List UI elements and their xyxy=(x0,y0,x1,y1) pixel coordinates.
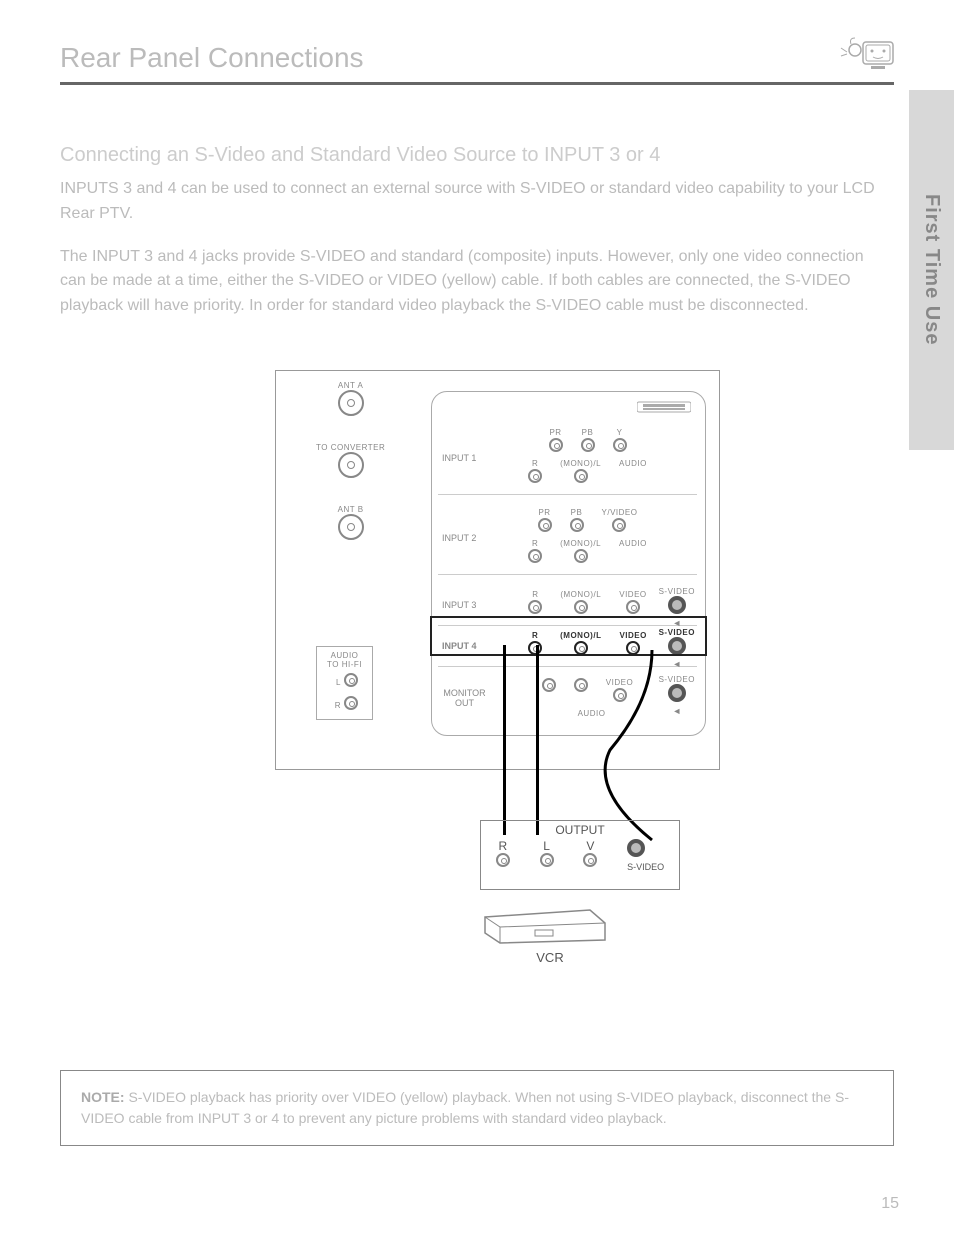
note-lead: NOTE: xyxy=(81,1089,125,1105)
in1-audio-lbl: AUDIO xyxy=(619,459,647,468)
in2-pb-jack xyxy=(570,518,584,532)
in3-video-jack xyxy=(626,600,640,614)
sidebar-tab: First Time Use xyxy=(909,90,954,450)
vcr-output-panel: OUTPUT R L V S-VIDEO xyxy=(480,820,680,890)
hdmi-icon xyxy=(637,400,691,419)
input-row-3: INPUT 3 R (MONO)/L VIDEO S-VIDEO xyxy=(438,584,697,626)
hifi-stack: AUDIO TO HI-FI L R xyxy=(316,646,373,720)
hifi-r-label: R xyxy=(330,701,340,710)
mon-sv-jack xyxy=(668,684,686,702)
mon-r-jack xyxy=(542,678,556,692)
in4-sv-lbl: S-VIDEO xyxy=(659,628,695,637)
in1-r-jack xyxy=(528,469,542,483)
body-text: Connecting an S-Video and Standard Video… xyxy=(60,140,879,337)
vcr-l-jack xyxy=(540,853,554,867)
in1-y-lbl: Y xyxy=(613,428,627,437)
vcr-label: VCR xyxy=(510,950,590,965)
vcr-r-lbl: R xyxy=(496,839,510,853)
page-number: 15 xyxy=(881,1195,899,1213)
in2-pr-lbl: PR xyxy=(538,508,552,517)
in3-sv-lbl: S-VIDEO xyxy=(659,587,695,596)
in1-mono-lbl: (MONO)/L xyxy=(560,459,601,468)
in1-pr-jack xyxy=(549,438,563,452)
input3-name: INPUT 3 xyxy=(442,600,476,610)
in1-pr-lbl: PR xyxy=(549,428,563,437)
cable-audio-r xyxy=(503,645,506,835)
in2-yv-lbl: Y/VIDEO xyxy=(602,508,638,517)
in2-pr-jack xyxy=(538,518,552,532)
in1-mono-jack xyxy=(574,469,588,483)
hifi-l-label: L xyxy=(330,678,340,687)
in3-sv-jack xyxy=(668,596,686,614)
in1-pb-lbl: PB xyxy=(581,428,595,437)
in2-mono-jack xyxy=(574,549,588,563)
hifi-r-jack xyxy=(344,696,358,710)
in2-r-jack xyxy=(528,549,542,563)
vcr-r-jack xyxy=(496,853,510,867)
converter-jack xyxy=(338,452,364,478)
input2-name: INPUT 2 xyxy=(442,533,476,543)
in2-audio-lbl: AUDIO xyxy=(619,539,647,548)
vcr-l-lbl: L xyxy=(540,839,554,853)
ant-a-label: ANT A xyxy=(316,381,385,390)
in3-r-lbl: R xyxy=(528,590,542,599)
vcr-panel-title: OUTPUT xyxy=(481,823,679,837)
ant-a-jack xyxy=(338,390,364,416)
in3-video-lbl: VIDEO xyxy=(619,590,646,599)
hifi-audio-label: AUDIO xyxy=(327,651,362,660)
vcr-v-lbl: V xyxy=(583,839,597,853)
vcr-sv-lbl: S-VIDEO xyxy=(627,862,664,872)
in1-y-jack xyxy=(613,438,627,452)
in2-pb-lbl: PB xyxy=(570,508,584,517)
antenna-stack: ANT A TO CONVERTER ANT B xyxy=(316,381,385,553)
input1-name: INPUT 1 xyxy=(442,453,476,463)
intro-p1: INPUTS 3 and 4 can be used to connect an… xyxy=(60,177,879,227)
to-converter-label: TO CONVERTER xyxy=(316,443,385,452)
in1-r-lbl: R xyxy=(528,459,542,468)
note-body: S-VIDEO playback has priority over VIDEO… xyxy=(81,1089,849,1126)
in1-pb-jack xyxy=(581,438,595,452)
hifi-to-label: TO HI-FI xyxy=(327,660,362,669)
header-rule xyxy=(60,82,894,85)
in2-mono-lbl: (MONO)/L xyxy=(560,539,601,548)
in2-yv-jack xyxy=(612,518,626,532)
in2-r-lbl: R xyxy=(528,539,542,548)
vcr-sv-jack xyxy=(627,839,645,857)
note-box: NOTE: S-VIDEO playback has priority over… xyxy=(60,1070,894,1146)
monitor-out-name: MONITOR OUT xyxy=(442,688,487,708)
cable-audio-l xyxy=(536,645,539,835)
in3-mono-jack xyxy=(574,600,588,614)
in4-video-lbl: VIDEO xyxy=(619,631,646,640)
page-title: Rear Panel Connections xyxy=(60,42,894,74)
in4-r-lbl: R xyxy=(528,631,542,640)
input4-name: INPUT 4 xyxy=(442,641,477,651)
hifi-l-jack xyxy=(344,673,358,687)
in4-mono-lbl: (MONO)/L xyxy=(560,631,601,640)
page-header: Rear Panel Connections xyxy=(60,42,894,85)
in3-mono-lbl: (MONO)/L xyxy=(560,590,601,599)
vcr-v-jack xyxy=(583,853,597,867)
intro-p2: The INPUT 3 and 4 jacks provide S-VIDEO … xyxy=(60,245,879,319)
section-subhead: Connecting an S-Video and Standard Video… xyxy=(60,140,879,171)
in4-sv-jack xyxy=(668,637,686,655)
in3-r-jack xyxy=(528,600,542,614)
input-row-2: INPUT 2 PR PB Y/VIDEO R (MONO)/L AUDIO xyxy=(438,502,697,575)
ant-b-jack xyxy=(338,514,364,540)
vcr-device-icon xyxy=(480,905,610,945)
input-row-1: INPUT 1 PR PB Y R (MONO)/L AUDIO xyxy=(438,422,697,495)
ant-b-label: ANT B xyxy=(316,505,385,514)
